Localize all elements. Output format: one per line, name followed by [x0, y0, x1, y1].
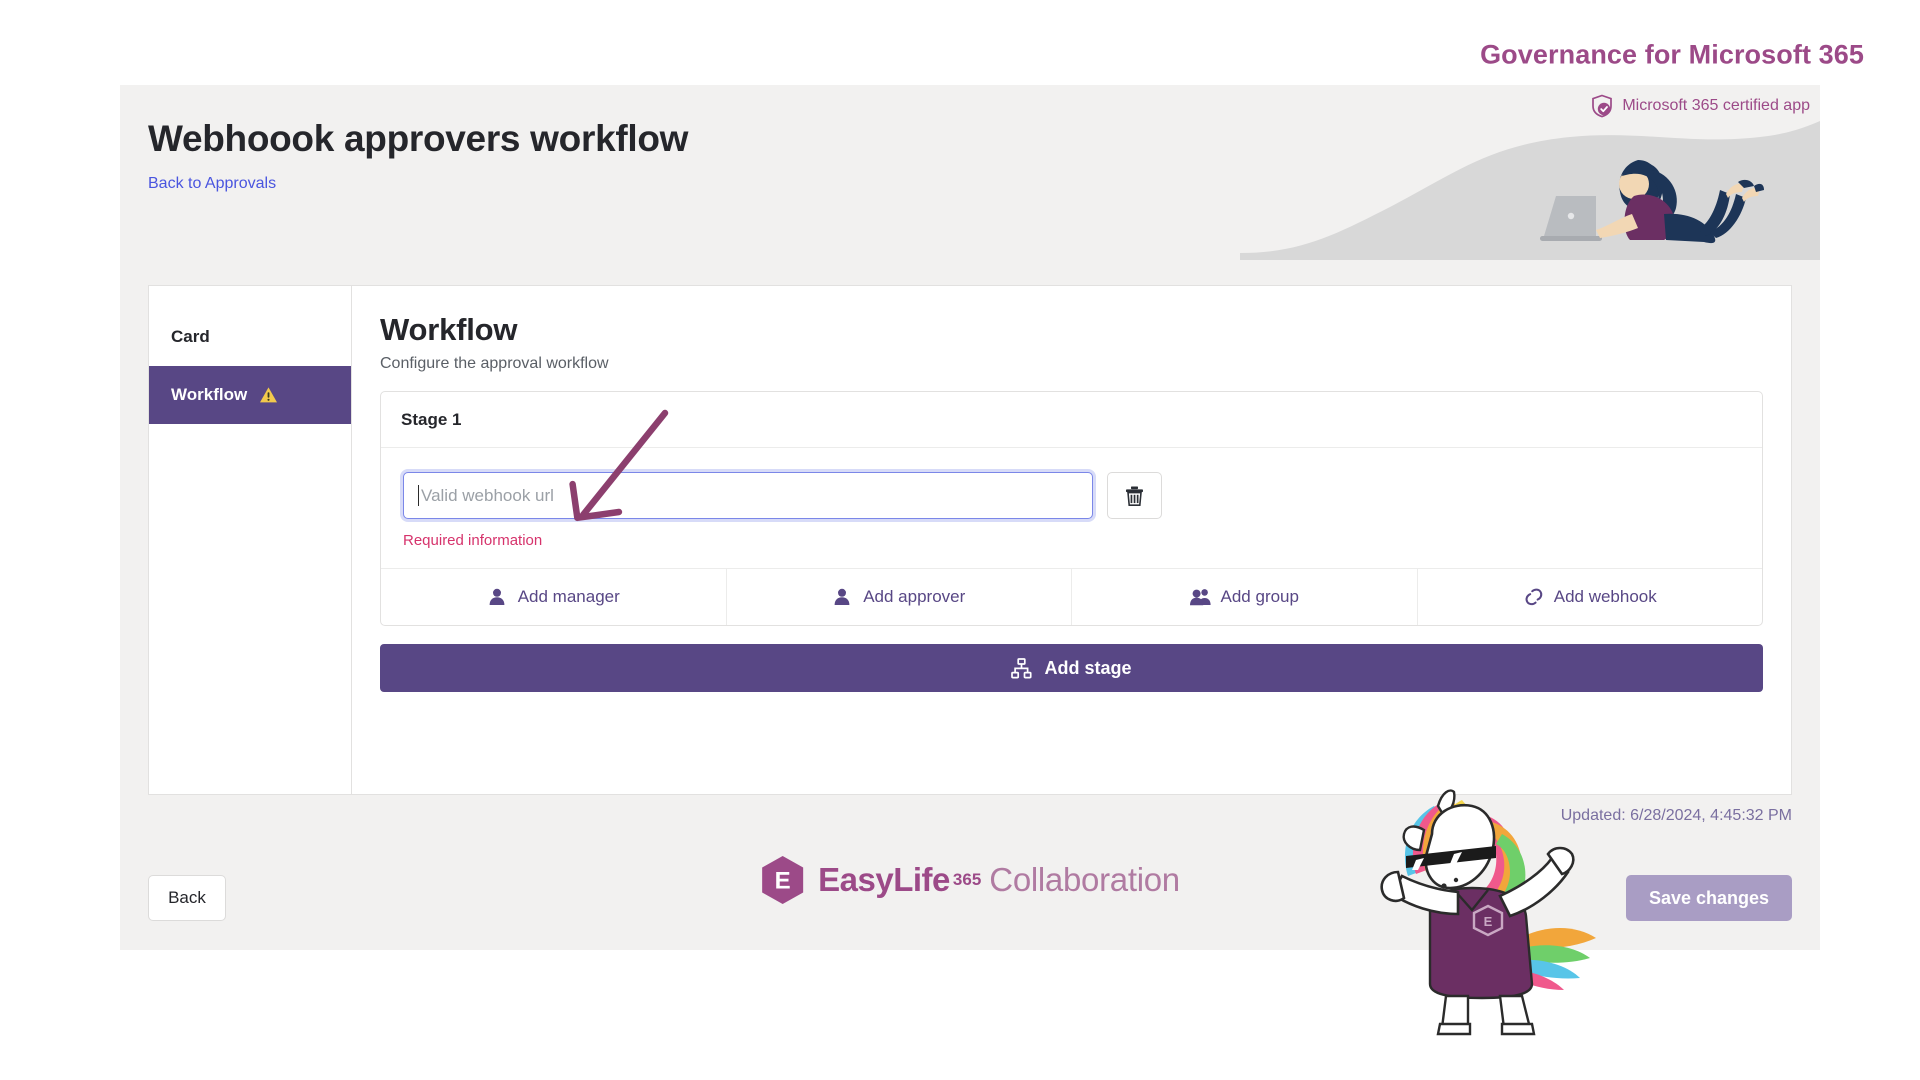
action-label: Add manager [517, 587, 620, 606]
shield-check-icon [1591, 94, 1613, 118]
section-subtitle: Configure the approval workflow [380, 355, 609, 372]
add-stage-button[interactable]: Add stage [380, 644, 1763, 692]
text-caret [418, 485, 419, 506]
stage-header: Stage 1 [381, 392, 1762, 448]
webhook-required-error: Required information [403, 532, 543, 549]
woman-with-laptop-illustration [1540, 160, 1764, 244]
easylife-logo: E EasyLife 365 Collaboration [760, 855, 1180, 905]
add-stage-label: Add stage [1044, 657, 1132, 678]
people-icon [1189, 587, 1211, 607]
page-title: Webhoook approvers workflow [148, 118, 689, 159]
page-banner: Webhoook approvers workflow Back to Appr… [120, 85, 1820, 260]
stage-card: Stage 1 Valid webhook url Required infor… [380, 391, 1763, 626]
section-title: Workflow [380, 312, 518, 347]
link-icon [1523, 587, 1543, 607]
add-approver-button[interactable]: Add approver [727, 569, 1072, 625]
action-label: Add webhook [1553, 587, 1657, 606]
save-changes-button: Save changes [1626, 875, 1792, 921]
person-icon [487, 587, 507, 607]
certified-app-label: Microsoft 365 certified app [1622, 97, 1810, 114]
screen-root: Governance for Microsoft 365 Microsoft 3… [0, 0, 1920, 1080]
warning-triangle-icon [259, 386, 278, 404]
webhook-field-row: Valid webhook url [403, 472, 1740, 519]
sidebar-item-label: Card [171, 327, 210, 346]
action-label: Add approver [863, 587, 966, 606]
logo-name: EasyLife [818, 861, 950, 898]
certified-app-badge: Microsoft 365 certified app [1591, 94, 1810, 118]
app-shell: Webhoook approvers workflow Back to Appr… [120, 85, 1820, 950]
hexagon-e-logo-icon: E [760, 855, 805, 905]
add-manager-button[interactable]: Add manager [381, 569, 727, 625]
sidebar-item-card[interactable]: Card [149, 308, 351, 366]
product-title: Governance for Microsoft 365 [1480, 39, 1864, 70]
sidebar-item-workflow[interactable]: Workflow [149, 366, 351, 424]
side-nav: Card Workflow [149, 286, 352, 794]
stage-body: Valid webhook url Required information [381, 448, 1762, 568]
delete-webhook-button[interactable] [1107, 472, 1162, 519]
add-group-button[interactable]: Add group [1072, 569, 1418, 625]
sidebar-item-label: Workflow [171, 385, 248, 404]
add-webhook-button[interactable]: Add webhook [1418, 569, 1763, 625]
svg-text:E: E [775, 868, 791, 895]
webhook-url-placeholder: Valid webhook url [421, 485, 554, 505]
person-icon [832, 587, 852, 607]
back-to-approvals-link[interactable]: Back to Approvals [148, 175, 276, 193]
trash-icon [1124, 485, 1145, 507]
stage-actions: Add manager Add approver Add group Add w… [381, 568, 1762, 625]
updated-timestamp: Updated: 6/28/2024, 4:45:32 PM [1560, 807, 1792, 824]
logo-product: Collaboration [989, 861, 1180, 898]
main-content: Workflow Configure the approval workflow… [352, 286, 1791, 794]
logo-suffix: 365 [952, 869, 982, 889]
back-button[interactable]: Back [148, 875, 226, 921]
hierarchy-icon [1011, 657, 1033, 679]
action-label: Add group [1220, 587, 1299, 606]
webhook-url-input[interactable]: Valid webhook url [403, 472, 1093, 519]
content-panel: Card Workflow Workflow Configure the app… [148, 285, 1792, 795]
